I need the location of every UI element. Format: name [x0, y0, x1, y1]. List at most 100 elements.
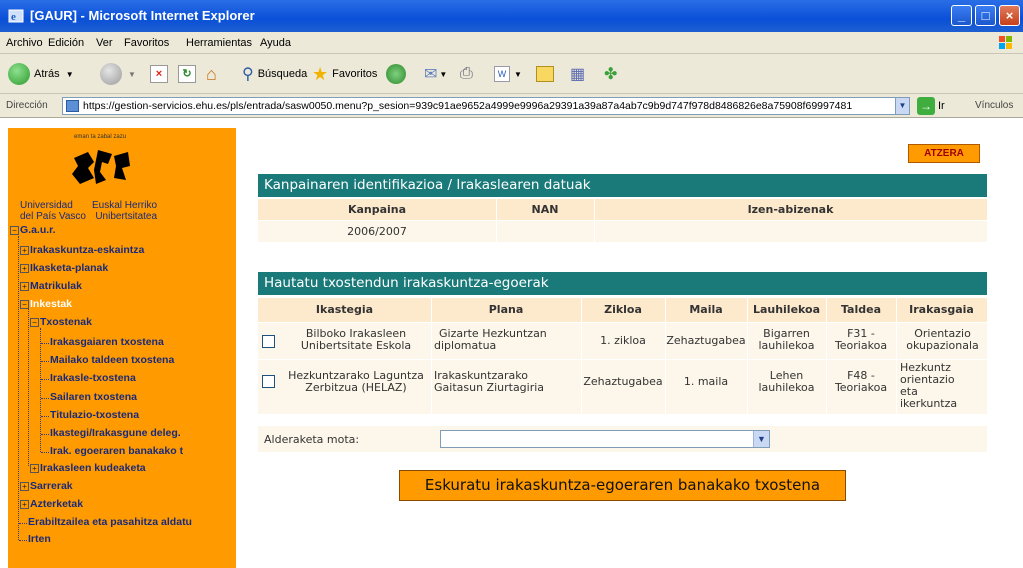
- print-icon: ⎙: [460, 65, 473, 82]
- campaign-value: 2006/2007: [347, 225, 407, 238]
- col-maila: Maila: [689, 303, 723, 316]
- minimize-button[interactable]: _: [951, 5, 972, 26]
- menu-ver[interactable]: Ver: [96, 37, 113, 49]
- toolbar: Atrás ▼ ▼ × ↻ ⌂ ⚲ Búsqueda ★ Favoritos ✉…: [0, 54, 1023, 94]
- history-button[interactable]: [386, 62, 406, 86]
- row-checkbox[interactable]: [262, 375, 275, 388]
- tree-root[interactable]: − G.a.u.r.: [10, 224, 56, 236]
- search-button[interactable]: ⚲ Búsqueda: [242, 62, 307, 86]
- ie-icon: e: [8, 9, 24, 23]
- taldea-cell: F31 - Teoriakoa: [834, 327, 888, 352]
- messenger-icon: ✤: [604, 66, 618, 83]
- address-bar: Dirección https://gestion-servicios.ehu.…: [0, 94, 1023, 118]
- col-zikloa: Zikloa: [604, 303, 642, 316]
- menu-archivo[interactable]: Archivo: [6, 37, 43, 49]
- go-label: Ir: [938, 100, 945, 112]
- main-content: ATZERA Kanpainaren identifikazioa / Irak…: [244, 118, 1023, 568]
- tree-item-irakaskuntza-eskaintza[interactable]: + Irakaskuntza-eskaintza: [20, 244, 144, 256]
- favorites-label: Favoritos: [332, 68, 378, 80]
- mail-button[interactable]: ✉ ▼: [424, 62, 447, 86]
- menu-edicion[interactable]: Edición: [48, 37, 84, 49]
- expand-icon: +: [20, 500, 29, 509]
- research-icon: ▦: [570, 66, 586, 83]
- forward-nav-button[interactable]: ▼: [100, 62, 136, 86]
- university-logo: [72, 150, 130, 184]
- windows-flag-icon: [991, 34, 1019, 52]
- go-button[interactable]: → Ir: [917, 97, 945, 115]
- maila-cell: 1. maila: [683, 375, 729, 388]
- back-nav-button[interactable]: Atrás ▼: [8, 62, 74, 86]
- home-button[interactable]: ⌂: [206, 62, 217, 86]
- tree-item-irakasle-txostena[interactable]: Irakasle-txostena: [50, 372, 136, 384]
- plana-cell: Gizarte Hezkuntzan diplomatua: [434, 327, 547, 352]
- maximize-button[interactable]: □: [975, 5, 996, 26]
- plana-cell: Irakaskuntzarako Gaitasun Ziurtagiria: [434, 369, 545, 394]
- stop-icon: ×: [150, 65, 168, 83]
- campaign-data-row: 2006/2007: [258, 221, 987, 242]
- comparison-row: Alderaketa mota: ▼: [258, 426, 987, 452]
- tree-item-inkestak[interactable]: − Inkestak: [20, 298, 72, 310]
- notes-button[interactable]: [536, 62, 554, 86]
- tree-item-irakasgaiaren-txostena[interactable]: Irakasgaiaren txostena: [50, 336, 164, 348]
- expand-icon: +: [20, 264, 29, 273]
- col-izen-abizenak: Izen-abizenak: [747, 203, 834, 216]
- folder-icon: [536, 66, 554, 82]
- university-name-eu: Euskal Herriko Unibertsitatea: [92, 200, 158, 222]
- address-dropdown-icon[interactable]: ▼: [895, 97, 910, 115]
- back-button[interactable]: ATZERA: [908, 144, 980, 163]
- col-nan: NAN: [531, 203, 559, 216]
- tree-item-irak-egoeraren-banakako[interactable]: Irak. egoeraren banakako t: [50, 445, 183, 457]
- logo-caption: eman ta zabal zazu: [74, 134, 127, 140]
- tree-item-txostenak[interactable]: − Txostenak: [30, 316, 92, 328]
- tree-item-sailaren-txostena[interactable]: Sailaren txostena: [50, 391, 137, 403]
- campaign-header-row: Kanpaina NAN Izen-abizenak: [258, 199, 987, 220]
- home-icon: ⌂: [206, 63, 217, 84]
- print-button[interactable]: ⎙: [460, 62, 473, 86]
- comparison-select[interactable]: ▼: [440, 430, 770, 448]
- collapse-icon: −: [30, 318, 39, 327]
- menu-herramientas[interactable]: Herramientas: [186, 37, 252, 49]
- refresh-button[interactable]: ↻: [178, 62, 196, 86]
- tree-item-titulazio-txostena[interactable]: Titulazio-txostena: [50, 409, 139, 421]
- research-button[interactable]: ▦: [570, 62, 585, 86]
- back-arrow-icon: [8, 63, 30, 85]
- expand-icon: +: [20, 246, 29, 255]
- page-icon: [66, 100, 79, 112]
- close-button[interactable]: ×: [999, 5, 1020, 26]
- go-arrow-icon: →: [917, 97, 935, 115]
- tree-item-irakasleen-kudeaketa[interactable]: + Irakasleen kudeaketa: [30, 462, 146, 474]
- search-icon: ⚲: [242, 66, 254, 83]
- ikastegia-cell: Hezkuntzarako Laguntza Zerbitzua (HELAZ): [288, 369, 424, 394]
- lauhilekoa-cell: Lehen lauhilekoa: [758, 369, 815, 394]
- links-label[interactable]: Vínculos: [975, 100, 1013, 111]
- history-icon: [386, 64, 406, 84]
- tree-item-azterketak[interactable]: + Azterketak: [20, 498, 83, 510]
- section-title-select-situations: Hautatu txostendun irakaskuntza-egoerak: [258, 272, 987, 295]
- col-lauhilekoa: Lauhilekoa: [752, 303, 821, 316]
- tree-item-erabiltzailea-pasahitza[interactable]: Erabiltzailea eta pasahitza aldatu: [28, 516, 192, 528]
- situations-header-row: Ikastegia Plana Zikloa Maila Lauhilekoa …: [258, 298, 987, 322]
- favorites-button[interactable]: ★ Favoritos: [312, 62, 377, 86]
- tree-item-ikasketa-planak[interactable]: + Ikasketa-planak: [20, 262, 108, 274]
- search-label: Búsqueda: [257, 68, 308, 80]
- messenger-button[interactable]: ✤: [604, 62, 617, 86]
- stop-button[interactable]: ×: [150, 62, 168, 86]
- edit-button[interactable]: W ▼: [494, 62, 522, 86]
- irakasgaia-cell: Hezkuntz orientazio eta ikerkuntza: [900, 361, 958, 410]
- tree-item-irten[interactable]: Irten: [28, 533, 51, 545]
- tree-item-mailako-taldeen-txostena[interactable]: Mailako taldeen txostena: [50, 354, 174, 366]
- get-report-button[interactable]: Eskuratu irakaskuntza-egoeraren banakako…: [399, 470, 846, 501]
- word-icon: W: [494, 66, 510, 82]
- tree-item-ikastegi-irakasgune-deleg[interactable]: Ikastegi/Irakasgune deleg.: [50, 427, 181, 439]
- university-name-es: Universidad del País Vasco: [20, 200, 86, 222]
- menu-bar: Archivo Edición Ver Favoritos Herramient…: [0, 32, 1023, 54]
- title-bar: e [GAUR] - Microsoft Internet Explorer _…: [0, 0, 1023, 32]
- tree-item-sarrerak[interactable]: + Sarrerak: [20, 480, 73, 492]
- row-checkbox[interactable]: [262, 335, 275, 348]
- address-input[interactable]: https://gestion-servicios.ehu.es/pls/ent…: [62, 97, 910, 115]
- menu-favoritos[interactable]: Favoritos: [124, 37, 169, 49]
- menu-ayuda[interactable]: Ayuda: [260, 37, 291, 49]
- address-url: https://gestion-servicios.ehu.es/pls/ent…: [83, 100, 853, 112]
- tree-item-matrikulak[interactable]: + Matrikulak: [20, 280, 82, 292]
- chevron-down-icon[interactable]: ▼: [753, 431, 769, 447]
